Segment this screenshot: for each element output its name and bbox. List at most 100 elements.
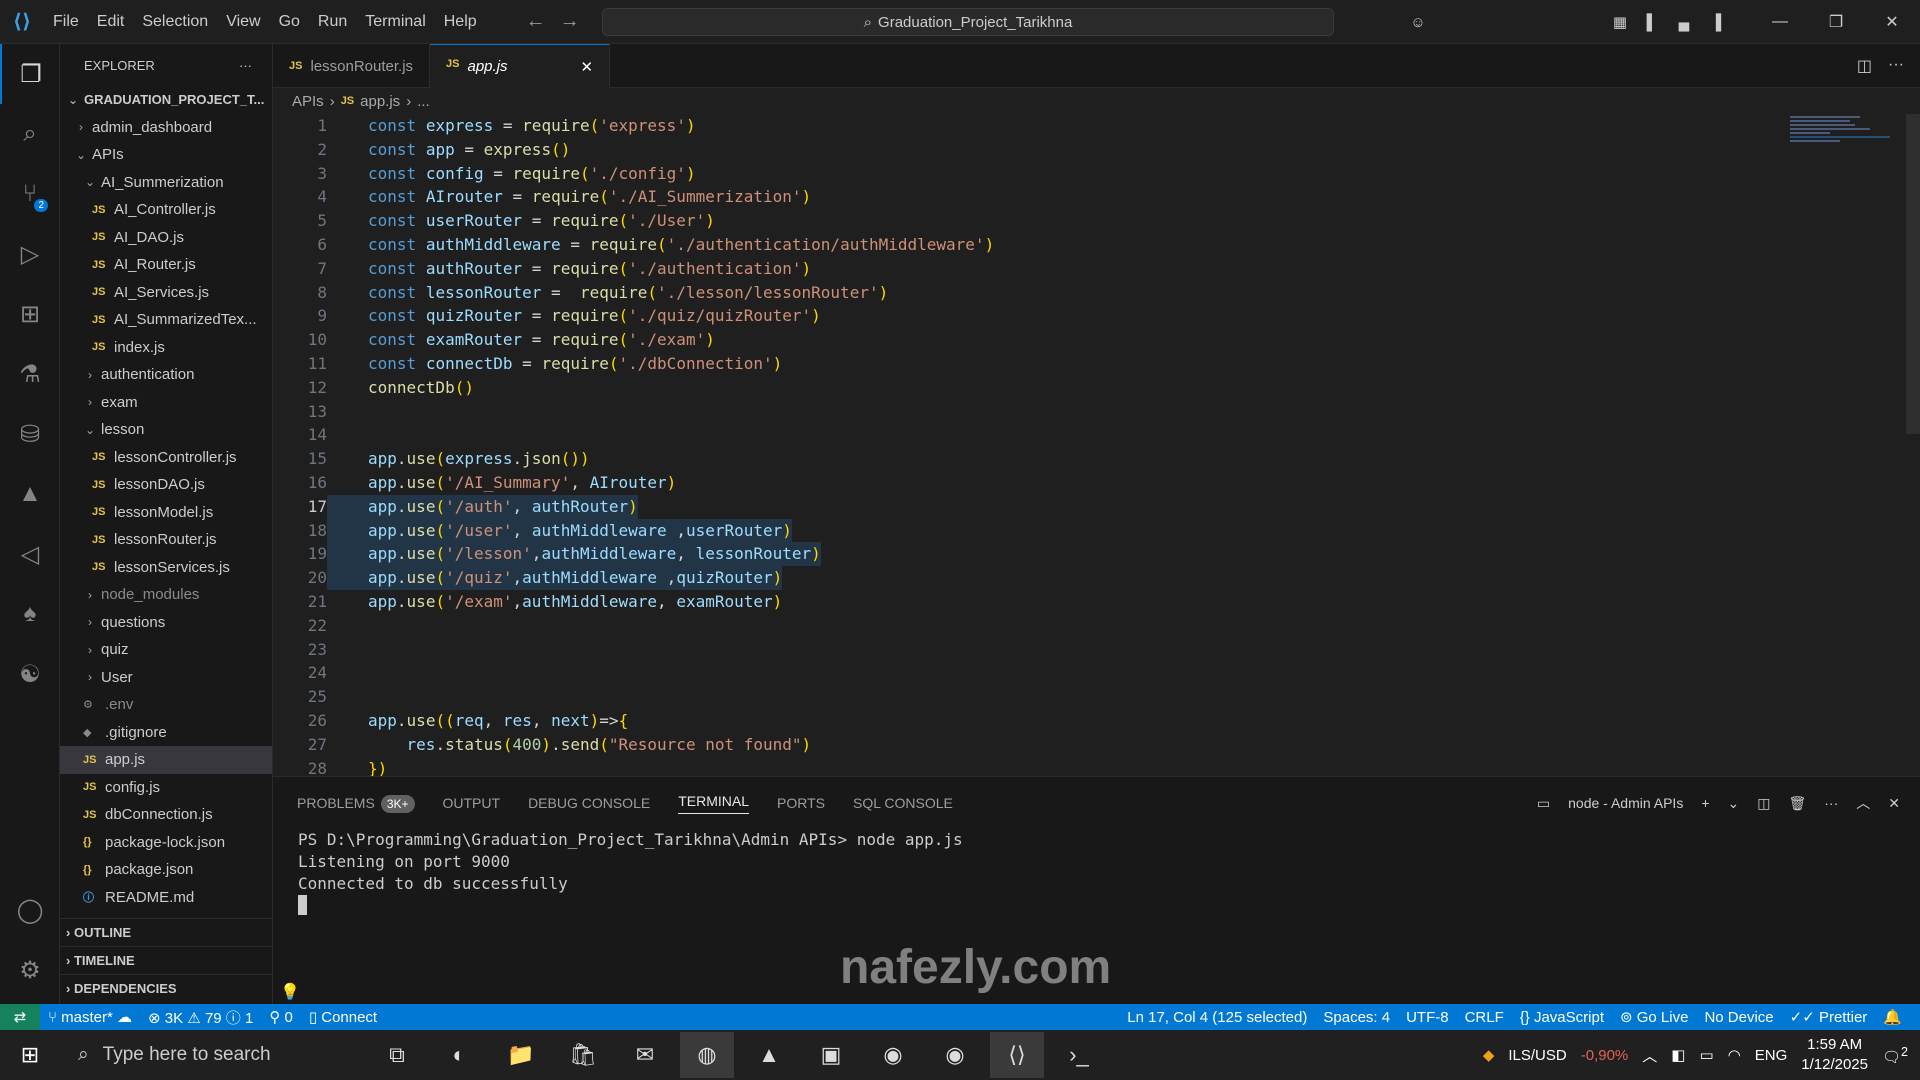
vscode-app-icon[interactable]: ⟨⟩ — [990, 1032, 1044, 1078]
extensions-icon[interactable]: ⊞ — [0, 284, 60, 344]
forward-arrow-icon[interactable]: → — [560, 10, 580, 33]
language-mode[interactable]: {} JavaScript — [1512, 1009, 1612, 1026]
outlook-icon[interactable]: ✉ — [618, 1032, 672, 1078]
tab-lessonrouter[interactable]: JS lessonRouter.js — [273, 44, 431, 88]
breadcrumb-folder[interactable]: APIs — [292, 93, 324, 110]
lightbulb-icon[interactable]: 💡 — [280, 982, 300, 1002]
file-item[interactable]: JS AI_Services.js — [60, 279, 272, 307]
close-window-button[interactable]: ✕ — [1864, 12, 1920, 32]
file-item[interactable]: JS lessonModel.js — [60, 499, 272, 527]
notification-center-icon[interactable]: 🗨2 — [1882, 1045, 1908, 1066]
file-item[interactable]: JS AI_SummarizedTex... — [60, 306, 272, 334]
editor-scrollbar[interactable] — [1906, 114, 1920, 434]
folder-item[interactable]: › authentication — [60, 361, 272, 389]
more-actions-icon[interactable]: ··· — [1888, 56, 1904, 76]
tab-app-js[interactable]: JS app.js ✕ — [430, 44, 611, 88]
tab-debug-console[interactable]: DEBUG CONSOLE — [528, 795, 650, 811]
toggle-panel-icon[interactable]: ▄ — [1668, 14, 1700, 31]
file-item[interactable]: JS AI_Router.js — [60, 251, 272, 279]
tray-chevron-icon[interactable]: ︿ — [1642, 1045, 1657, 1066]
chrome-profile-icon[interactable]: ◉ — [928, 1032, 982, 1078]
branch-status[interactable]: ⑂ master* ☁ — [40, 1008, 140, 1026]
toggle-sidebar-icon[interactable]: ▌ — [1636, 14, 1668, 31]
folder-item[interactable]: › quiz — [60, 636, 272, 664]
notifications-bell-icon[interactable]: 🔔 — [1875, 1008, 1910, 1026]
file-item[interactable]: JS AI_Controller.js — [60, 196, 272, 224]
file-item[interactable]: JS config.js — [60, 774, 272, 802]
file-item[interactable]: {} package-lock.json — [60, 829, 272, 857]
task-view-icon[interactable]: ⧉ — [370, 1032, 424, 1078]
explorer-icon[interactable]: ❐ — [0, 44, 60, 104]
file-item[interactable]: ⚙ .env — [60, 691, 272, 719]
menu-item-edit[interactable]: Edit — [88, 0, 134, 44]
acrobat-icon[interactable]: ▲ — [742, 1032, 796, 1078]
folder-item[interactable]: ⌄ lesson — [60, 416, 272, 444]
run-debug-icon[interactable]: ▷ — [0, 224, 60, 284]
minimap[interactable] — [1790, 114, 1910, 204]
prettier-status[interactable]: ✓✓ Prettier — [1782, 1008, 1876, 1026]
problems-status[interactable]: ⊗ 3K ⚠ 79 ⓘ 1 — [140, 1007, 261, 1028]
menu-item-run[interactable]: Run — [309, 0, 356, 44]
file-item[interactable]: JS lessonServices.js — [60, 554, 272, 582]
meet-icon[interactable]: ◧ — [1671, 1046, 1685, 1064]
folder-item[interactable]: › node_modules — [60, 581, 272, 609]
currency-label[interactable]: ILS/USD — [1508, 1047, 1566, 1064]
mongodb-leaf-icon[interactable]: ♠ — [0, 584, 60, 644]
section-timeline[interactable]: › TIMELINE — [60, 946, 273, 974]
trash-icon[interactable]: 🗑 — [1788, 795, 1806, 812]
close-tab-icon[interactable]: ✕ — [580, 58, 593, 76]
language-indicator[interactable]: ENG — [1755, 1047, 1788, 1064]
python-icon[interactable]: ☯ — [0, 644, 60, 704]
toggle-secondary-sidebar-icon[interactable]: ▐ — [1700, 14, 1732, 31]
photos-icon[interactable]: ▣ — [804, 1032, 858, 1078]
breadcrumb-file[interactable]: app.js — [360, 93, 400, 110]
tab-output[interactable]: OUTPUT — [443, 795, 501, 811]
search-view-icon[interactable]: ⌕ — [0, 104, 60, 164]
split-terminal-icon[interactable]: ◫ — [1757, 795, 1770, 812]
folder-item[interactable]: › admin_dashboard — [60, 114, 272, 142]
angular-icon[interactable]: ▲ — [0, 464, 60, 524]
tab-sql-console[interactable]: SQL CONSOLE — [853, 795, 953, 811]
tab-ports[interactable]: PORTS — [777, 795, 825, 811]
project-root[interactable]: ⌄ GRADUATION_PROJECT_T... — [60, 86, 272, 114]
taskbar-search[interactable]: ⌕ Type here to search — [60, 1030, 320, 1080]
file-explorer-icon[interactable]: 📁 — [494, 1032, 548, 1078]
chrome-icon[interactable]: ◉ — [866, 1032, 920, 1078]
copilot-icon[interactable]: ☺ — [1402, 14, 1434, 31]
store-icon[interactable]: 🛍 — [556, 1032, 610, 1078]
source-control-icon[interactable]: ⑂ 2 — [0, 164, 60, 224]
line-ending[interactable]: CRLF — [1457, 1009, 1512, 1026]
file-item[interactable]: ⓘ README.md — [60, 884, 272, 912]
maximize-panel-icon[interactable]: ︿ — [1856, 793, 1870, 813]
battery-icon[interactable]: ▭ — [1699, 1046, 1713, 1064]
chevron-down-icon[interactable]: ⌄ — [1728, 795, 1740, 812]
wifi-icon[interactable]: ◠ — [1728, 1046, 1741, 1064]
back-arrow-icon[interactable]: ← — [526, 10, 546, 33]
menu-item-view[interactable]: View — [217, 0, 269, 44]
testing-icon[interactable]: ⚗ — [0, 344, 60, 404]
folder-item[interactable]: › questions — [60, 609, 272, 637]
tab-terminal[interactable]: TERMINAL — [678, 793, 749, 814]
folder-item[interactable]: ⌄ APIs — [60, 141, 272, 169]
windows-start-icon[interactable]: ⊞ — [0, 1042, 60, 1068]
more-actions-icon[interactable]: ··· — [1824, 795, 1838, 811]
file-item[interactable]: JS dbConnection.js — [60, 801, 272, 829]
edge-icon[interactable]: ◍ — [680, 1032, 734, 1078]
clock[interactable]: 1:59 AM 1/12/2025 — [1801, 1035, 1868, 1075]
split-editor-icon[interactable]: ◫ — [1857, 56, 1872, 76]
new-terminal-icon[interactable]: + — [1701, 795, 1709, 811]
connect-status[interactable]: ▯ Connect — [301, 1008, 385, 1026]
folder-item[interactable]: ⌄ AI_Summerization — [60, 169, 272, 197]
terminal-name[interactable]: node - Admin APIs — [1568, 795, 1683, 811]
menu-item-file[interactable]: File — [44, 0, 88, 44]
menu-item-go[interactable]: Go — [270, 0, 309, 44]
accounts-icon[interactable]: ◯ — [0, 880, 60, 940]
git-graph-icon[interactable]: ◁ — [0, 524, 60, 584]
powershell-icon[interactable]: ›_ — [1052, 1032, 1106, 1078]
tab-problems[interactable]: PROBLEMS 3K+ — [297, 795, 415, 813]
go-live[interactable]: ⊚ Go Live — [1612, 1008, 1696, 1026]
file-item[interactable]: JS lessonController.js — [60, 444, 272, 472]
file-item[interactable]: ◆ .gitignore — [60, 719, 272, 747]
folder-item[interactable]: › exam — [60, 389, 272, 417]
menu-item-selection[interactable]: Selection — [133, 0, 217, 44]
